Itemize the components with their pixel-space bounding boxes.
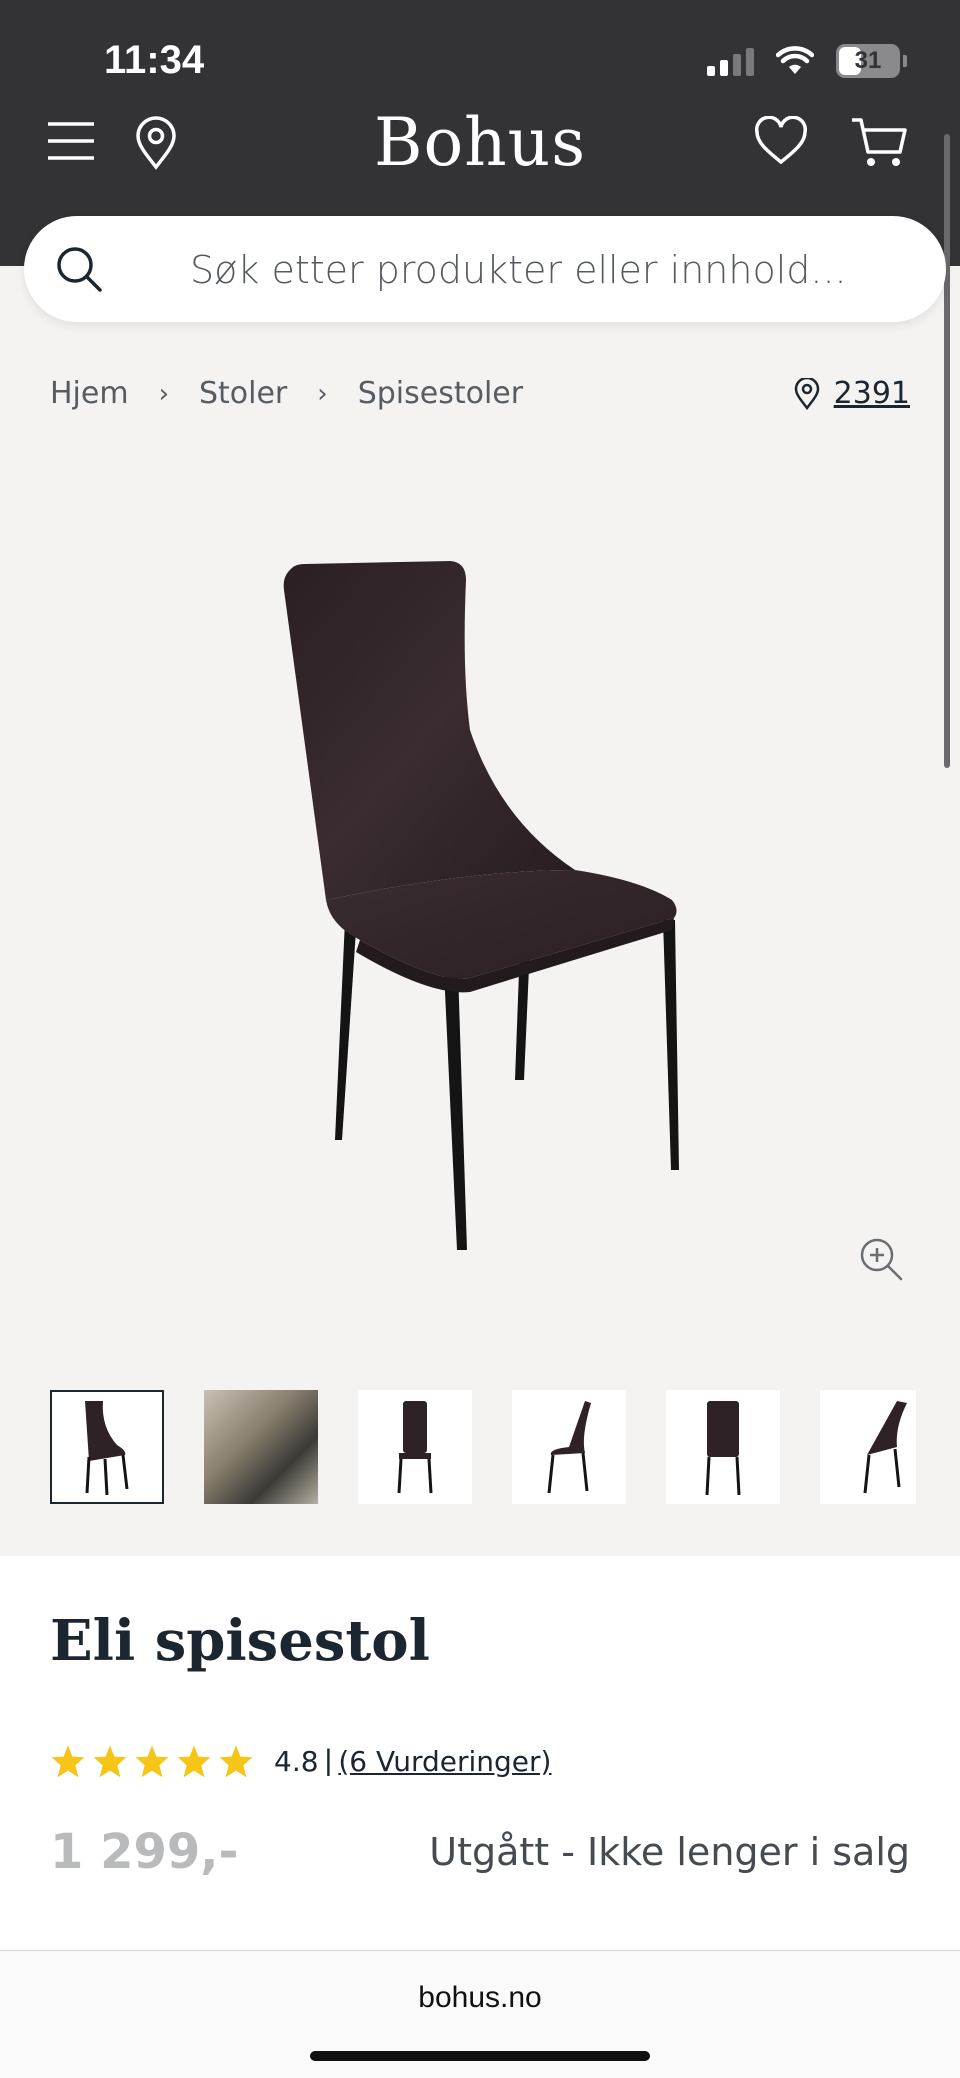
star-icon xyxy=(93,1745,127,1778)
breadcrumb-home[interactable]: Hjem xyxy=(50,376,129,411)
product-image[interactable] xyxy=(0,440,960,1340)
star-icon xyxy=(135,1745,169,1778)
battery-level: 31 xyxy=(854,47,882,74)
star-icon xyxy=(219,1745,253,1778)
star-icon xyxy=(51,1745,85,1778)
chevron-right-icon: › xyxy=(317,378,328,409)
breadcrumb: Hjem › Stoler › Spisestoler xyxy=(50,376,523,411)
thumbnail[interactable] xyxy=(512,1390,626,1504)
star-icon xyxy=(177,1745,211,1778)
cart-icon[interactable] xyxy=(850,116,908,170)
location-pin-icon xyxy=(794,377,819,410)
store-number[interactable]: 2391 xyxy=(834,376,910,411)
store-selector[interactable]: 2391 xyxy=(794,376,910,411)
rating-value: 4.8 xyxy=(274,1744,319,1778)
thumbnail[interactable] xyxy=(50,1390,164,1504)
search-placeholder: Søk etter produkter eller innhold... xyxy=(190,248,847,292)
battery-icon: 31 xyxy=(836,44,907,78)
rating-stars xyxy=(50,1744,254,1778)
thumbnail[interactable] xyxy=(820,1390,916,1504)
product-price: 1 299,- xyxy=(50,1824,239,1880)
search-icon xyxy=(57,247,102,292)
chevron-right-icon: › xyxy=(158,378,169,409)
browser-url-bar[interactable]: bohus.no xyxy=(0,1950,960,2078)
breadcrumb-chairs[interactable]: Stoler xyxy=(199,376,287,411)
product-title: Eli spisestol xyxy=(50,1608,430,1674)
status-time: 11:34 xyxy=(104,38,205,82)
signal-icon xyxy=(707,46,754,76)
heart-icon[interactable] xyxy=(754,116,808,166)
thumbnail[interactable] xyxy=(666,1390,780,1504)
breadcrumb-dining-chairs[interactable]: Spisestoler xyxy=(358,376,523,411)
product-rating: 4.8 | (6 Vurderinger) xyxy=(50,1744,551,1778)
bohus-logo[interactable]: Bohus xyxy=(0,104,960,181)
wifi-icon xyxy=(776,46,814,74)
home-indicator xyxy=(310,2051,650,2061)
thumbnail-strip xyxy=(50,1390,916,1506)
reviews-link[interactable]: (6 Vurderinger) xyxy=(338,1745,551,1778)
rating-separator: | xyxy=(324,1744,333,1777)
product-info: Eli spisestol 4.8 | (6 Vurderinger) 1 29… xyxy=(0,1556,960,1956)
url-text: bohus.no xyxy=(418,1981,542,2014)
chair-image xyxy=(283,561,679,1250)
status-indicators: 31 xyxy=(707,44,907,78)
availability-status: Utgått - Ikke lenger i salg xyxy=(429,1830,910,1874)
search-input[interactable]: Søk etter produkter eller innhold... xyxy=(24,216,946,322)
zoom-in-icon[interactable] xyxy=(858,1236,904,1287)
thumbnail[interactable] xyxy=(204,1390,318,1504)
thumbnail[interactable] xyxy=(358,1390,472,1504)
